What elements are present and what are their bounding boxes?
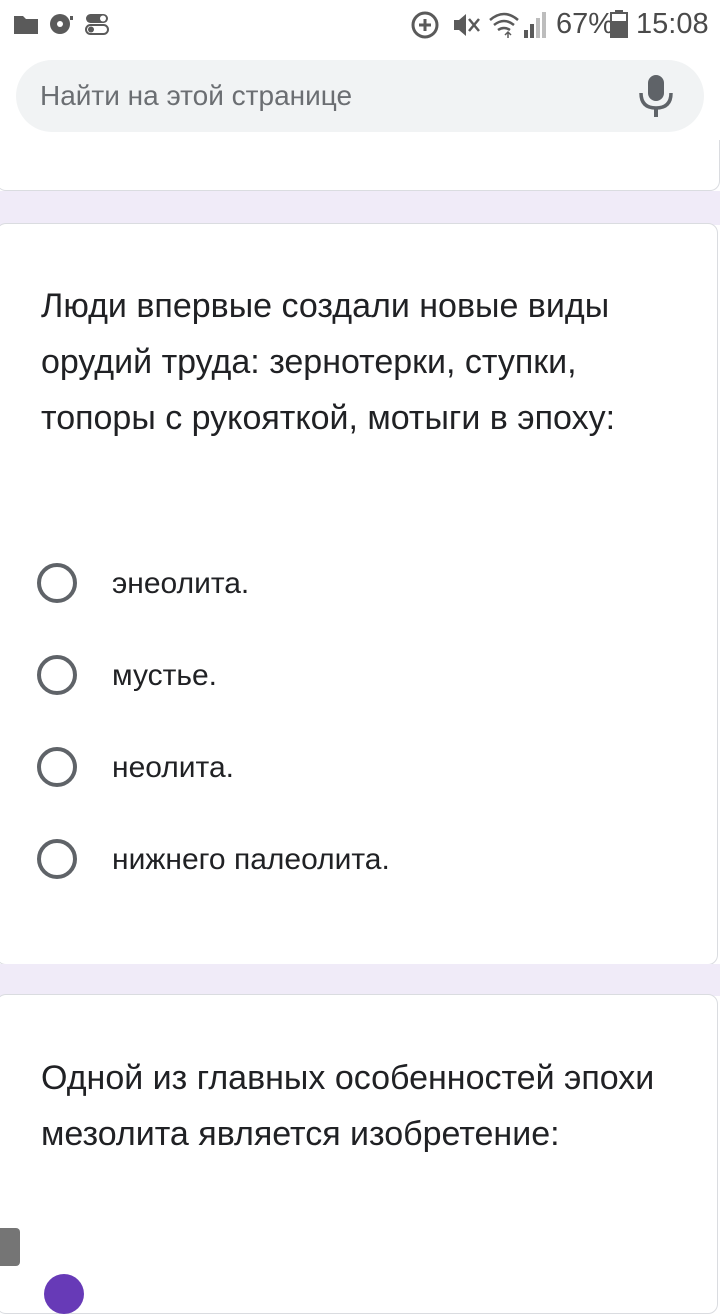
battery-icon (610, 10, 628, 38)
clock: 15:08 (636, 8, 709, 40)
toggle-icon (85, 14, 109, 35)
answer-option[interactable]: энеолита. (37, 562, 677, 612)
answer-option-label: мустье. (112, 659, 218, 692)
search-box[interactable] (16, 60, 704, 132)
page-background-gap (0, 964, 720, 996)
answer-option[interactable]: мустье. (37, 654, 677, 704)
radio-button[interactable] (37, 747, 77, 787)
mute-icon (454, 14, 480, 36)
folder-icon (14, 16, 38, 34)
question-card: Люди впервые создали новые виды орудий т… (0, 223, 718, 965)
answer-option[interactable]: неолита. (37, 746, 677, 796)
status-left-icons (14, 14, 109, 35)
radio-button[interactable] (44, 1274, 84, 1314)
find-in-page-bar (0, 48, 720, 147)
scroll-handle[interactable] (0, 1228, 20, 1266)
answer-option-label: энеолита. (112, 567, 250, 600)
question-text: Одной из главных особенностей эпохи мезо… (41, 1059, 655, 1153)
answer-option[interactable]: нижнего палеолита. (37, 838, 677, 888)
question-text: Люди впервые создали новые виды орудий т… (41, 287, 616, 437)
wifi-icon (489, 12, 519, 38)
previous-question-card-bottom (0, 140, 720, 191)
battery-percent: 67% (556, 8, 615, 40)
answer-option-label: нижнего палеолита. (112, 843, 390, 876)
data-saver-icon (411, 11, 439, 39)
radio-button[interactable] (37, 839, 77, 879)
answer-option-label: неолита. (112, 751, 234, 784)
status-bar: 67% 15:08 (0, 0, 720, 48)
radio-button[interactable] (37, 655, 77, 695)
disc-icon (50, 14, 73, 34)
mic-icon[interactable] (636, 75, 676, 117)
status-right-icons (411, 11, 546, 39)
signal-icon (524, 12, 546, 38)
page-background-gap (0, 191, 720, 225)
question-card: Одной из главных особенностей эпохи мезо… (0, 994, 718, 1314)
radio-button[interactable] (37, 563, 77, 603)
find-in-page-input[interactable] (40, 60, 620, 132)
